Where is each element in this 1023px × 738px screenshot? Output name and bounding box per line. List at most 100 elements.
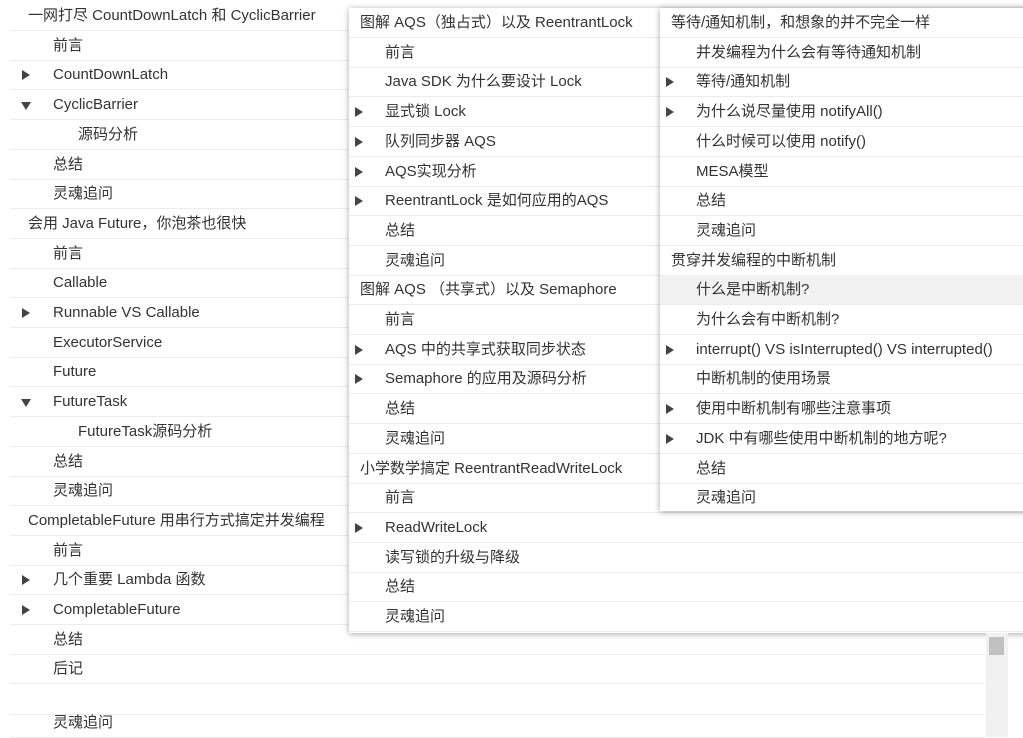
outline-item-label: 队列同步器 AQS: [385, 132, 496, 150]
outline-item[interactable]: 灵魂追问: [10, 708, 985, 738]
caret-right-icon[interactable]: [666, 107, 674, 118]
outline-item[interactable]: 灵魂追问: [349, 602, 1023, 632]
outline-item[interactable]: 为什么说尽量使用 notifyAll(): [660, 97, 1023, 128]
outline-item[interactable]: 读写锁的升级与降级: [349, 543, 1023, 573]
outline-item-label: 显式锁 Lock: [385, 103, 466, 121]
outline-section[interactable]: 贯穿并发编程的中断机制: [660, 246, 1023, 276]
outline-item-label: 总结: [53, 630, 84, 648]
caret-right-icon[interactable]: [22, 70, 30, 81]
outline-item-label: CompletableFuture 用串行方式搞定并发编程: [28, 511, 325, 529]
outline-item-label: JDK 中有哪些使用中断机制的地方呢?: [696, 429, 947, 447]
outline-item[interactable]: 等待/通知机制: [660, 67, 1023, 98]
outline-item-label: 灵魂追问: [385, 251, 446, 269]
outline-item-label: CountDownLatch: [53, 66, 169, 84]
outline-item-label: 为什么会有中断机制?: [696, 311, 840, 328]
outline-item-label: interrupt() VS isInterrupted() VS interr…: [696, 340, 993, 358]
caret-right-icon[interactable]: [355, 136, 363, 147]
outline-item-label: 使用中断机制有哪些注意事项: [696, 400, 892, 418]
caret-right-icon[interactable]: [355, 374, 363, 385]
outline-item-label: 前言: [53, 541, 84, 559]
outline-item-label: CompletableFuture: [53, 601, 181, 618]
outline-item-label: 中断机制的使用场景: [696, 370, 832, 388]
outline-item-label: 灵魂追问: [385, 429, 446, 447]
outline-item-label: 灵魂追问: [53, 185, 114, 203]
outline-item-label: 总结: [696, 459, 727, 477]
outline-item-label: 灵魂追问: [696, 221, 757, 239]
caret-right-icon[interactable]: [666, 344, 674, 355]
outline-item-label: 总结: [385, 221, 416, 239]
outline-item[interactable]: 为什么会有中断机制?: [660, 305, 1023, 335]
outline-item-label: 总结: [385, 400, 416, 418]
outline-item-label: 等待/通知机制，和想象的并不完全一样: [671, 14, 931, 31]
outline-item-label: 灵魂追问: [696, 489, 757, 507]
outline-item-label: 前言: [385, 311, 416, 328]
caret-right-icon[interactable]: [22, 605, 30, 615]
outline-item-label: MESA模型: [696, 162, 769, 180]
caret-right-icon[interactable]: [355, 166, 363, 177]
outline-item[interactable]: 灵魂追问: [660, 216, 1023, 246]
outline-item-label: 什么时候可以使用 notify(): [696, 132, 867, 150]
outline-item-label: Semaphore 的应用及源码分析: [385, 370, 587, 388]
outline-item-label: 读写锁的升级与降级: [385, 548, 521, 566]
outline-item-label: 什么是中断机制?: [696, 281, 810, 299]
outline-item[interactable]: 总结: [349, 572, 1023, 603]
outline-item[interactable]: 总结: [660, 454, 1023, 484]
outline-item-label: 图解 AQS （共享式）以及 Semaphore: [360, 281, 617, 299]
outline-section[interactable]: 等待/通知机制，和想象的并不完全一样: [660, 8, 1023, 38]
outline-item-label: 前言: [53, 244, 84, 262]
caret-down-icon[interactable]: [21, 102, 31, 111]
outline-item-label: 灵魂追问: [53, 714, 114, 731]
scrollbar-thumb[interactable]: [989, 637, 1004, 655]
outline-item-label: 前言: [385, 43, 416, 61]
outline-item[interactable]: 后记: [10, 654, 985, 685]
outline-item-label: ReadWriteLock: [385, 518, 488, 536]
scrollbar[interactable]: [986, 633, 1008, 737]
outline-item-label: 灵魂追问: [53, 482, 114, 500]
outline-item-label: 后记: [53, 660, 84, 678]
outline-item-label: FutureTask: [53, 393, 128, 411]
caret-right-icon[interactable]: [22, 308, 30, 318]
outline-item-label: CyclicBarrier: [53, 96, 139, 114]
caret-right-icon[interactable]: [666, 404, 674, 415]
outline-item[interactable]: 并发编程为什么会有等待通知机制: [660, 38, 1023, 68]
outline-item-label: 并发编程为什么会有等待通知机制: [696, 43, 922, 61]
outline-popup-right: 等待/通知机制，和想象的并不完全一样并发编程为什么会有等待通知机制 等待/通知机制…: [660, 8, 1023, 511]
outline-item[interactable]: 中断机制的使用场景: [660, 364, 1023, 395]
caret-right-icon[interactable]: [355, 522, 363, 533]
outline-item-label: ExecutorService: [53, 333, 163, 351]
outline-item-label: ReentrantLock 是如何应用的AQS: [385, 192, 609, 210]
outline-item-label: Future: [53, 363, 97, 381]
outline-item-label: Runnable VS Callable: [53, 304, 200, 321]
outline-item-label: 会用 Java Future，你泡茶也很快: [28, 214, 247, 232]
caret-right-icon[interactable]: [22, 575, 30, 586]
outline-item-label: 总结: [53, 155, 84, 173]
outline-item-label: 灵魂追问: [385, 608, 446, 625]
outline-item-label: Callable: [53, 274, 108, 292]
outline-item-label: 等待/通知机制: [696, 73, 791, 91]
caret-right-icon[interactable]: [666, 433, 674, 444]
outline-item-label: 几个重要 Lambda 函数: [53, 571, 206, 589]
caret-right-icon[interactable]: [355, 107, 363, 118]
outline-item-label: 总结: [385, 578, 416, 596]
outline-item[interactable]: 什么是中断机制?: [660, 275, 1023, 306]
outline-item[interactable]: 什么时候可以使用 notify(): [660, 127, 1023, 157]
outline-item-label: 源码分析: [78, 125, 139, 143]
outline-item[interactable]: interrupt() VS isInterrupted() VS interr…: [660, 335, 1023, 365]
outline-item[interactable]: JDK 中有哪些使用中断机制的地方呢?: [660, 424, 1023, 454]
outline-item-label: 总结: [696, 192, 727, 210]
outline-item[interactable]: MESA模型: [660, 157, 1023, 187]
outline-item[interactable]: 使用中断机制有哪些注意事项: [660, 394, 1023, 425]
outline-item-label: Java SDK 为什么要设计 Lock: [385, 73, 582, 91]
caret-right-icon[interactable]: [666, 77, 674, 88]
outline-item-label: 为什么说尽量使用 notifyAll(): [696, 103, 883, 121]
outline-item-label: 贯穿并发编程的中断机制: [671, 251, 837, 269]
outline-item-label: AQS 中的共享式获取同步状态: [385, 340, 586, 358]
outline-item-label: 图解 AQS（独占式）以及 ReentrantLock: [360, 14, 633, 31]
outline-item[interactable]: 灵魂追问: [660, 483, 1023, 511]
caret-right-icon[interactable]: [355, 196, 363, 207]
outline-item[interactable]: 总结: [660, 186, 1023, 217]
outline-item[interactable]: ReadWriteLock: [349, 513, 1023, 543]
outline-item-label: FutureTask源码分析: [78, 422, 213, 440]
caret-down-icon[interactable]: [21, 399, 31, 408]
caret-right-icon[interactable]: [355, 344, 363, 355]
